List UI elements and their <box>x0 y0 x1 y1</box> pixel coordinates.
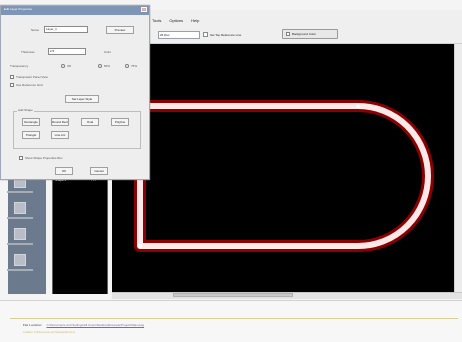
cancel-button[interactable]: Cancel <box>90 167 108 175</box>
checkbox-box[interactable] <box>203 32 208 37</box>
add-shape-title: Add Shape <box>17 108 34 112</box>
round-rect-shape-button[interactable]: Round Rect <box>51 118 69 126</box>
reference-grid-checkbox[interactable]: Use Reference Grid <box>10 83 43 87</box>
background-color-button[interactable]: Background Color <box>282 29 338 39</box>
transparency-75-radio[interactable]: 75% <box>125 64 137 68</box>
checkbox-box[interactable] <box>10 75 14 79</box>
line-arc-shape-button[interactable]: Line Arc <box>51 131 69 139</box>
anchor-point-bottom-left <box>138 244 142 248</box>
transparency-off-label: Off <box>67 64 71 68</box>
show-shape-properties-label: Show Shape Properties Box <box>25 156 63 160</box>
transparency-50-radio[interactable]: 50% <box>98 64 110 68</box>
name-label: Name <box>31 28 40 32</box>
thickness-input[interactable]: 2.5 <box>48 48 86 55</box>
viewer-value-field[interactable]: 26 Dec <box>158 31 200 39</box>
thumbnail-item[interactable] <box>14 202 26 214</box>
application-window: Tools Options Help 26 Dec Set Top Refere… <box>0 0 462 342</box>
status-row: File Location C:\Documents and Settings\… <box>23 323 144 327</box>
top-reference-label: Set Top Reference Line <box>210 32 242 37</box>
checkbox-box[interactable] <box>10 83 14 87</box>
layer-properties-dialog: Edit Layer Properties x Name Layer_1 Pre… <box>0 5 150 180</box>
rectangle-shape-button[interactable]: Rectangle <box>22 118 40 126</box>
transparency-label: Transparency <box>10 64 29 68</box>
thumbnail-item[interactable] <box>14 254 26 266</box>
status-divider <box>10 318 458 319</box>
ok-button[interactable]: OK <box>55 167 73 175</box>
show-shape-properties-checkbox[interactable]: Show Shape Properties Box <box>19 156 63 160</box>
shape-list-panel[interactable] <box>52 170 108 294</box>
radio-dot[interactable] <box>125 64 129 68</box>
anchor-point-top-right <box>356 104 360 108</box>
add-shape-group <box>13 111 141 149</box>
reference-grid-label: Use Reference Grid <box>16 83 43 87</box>
oval-shape-button[interactable]: Oval <box>81 118 99 126</box>
status-subtext: Location: C:\Documents and Settings\All … <box>23 331 75 334</box>
polyline-shape-button[interactable]: Polyline <box>111 118 129 126</box>
menu-item-help[interactable]: Help <box>191 18 199 23</box>
thumbnail-label <box>7 243 33 245</box>
thumbnail-label <box>7 191 33 193</box>
set-layer-style-button[interactable]: Set Layer Style <box>65 95 99 103</box>
menu-item-tools[interactable]: Tools <box>152 18 161 23</box>
color-swatch-icon <box>286 32 290 36</box>
background-color-label: Background Color <box>292 32 317 36</box>
radio-dot[interactable] <box>61 64 65 68</box>
close-icon[interactable]: x <box>141 7 147 12</box>
top-reference-checkbox[interactable]: Set Top Reference Line <box>203 32 241 37</box>
checkbox-box[interactable] <box>19 156 23 160</box>
viewer-menu: Tools Options Help <box>152 18 199 23</box>
transparency-off-radio[interactable]: Off <box>61 64 71 68</box>
thumbnail-label <box>7 217 33 219</box>
bottom-status-area <box>0 300 462 342</box>
radio-dot[interactable] <box>98 64 102 68</box>
transparent-panel-label: Transparent Panel View <box>16 75 48 79</box>
thumbnail-label <box>7 269 33 271</box>
thumbnail-item[interactable] <box>14 228 26 240</box>
vertical-scrollbar[interactable] <box>454 44 462 292</box>
transparent-panel-checkbox[interactable]: Transparent Panel View <box>10 75 48 79</box>
transparency-50-label: 50% <box>104 64 111 68</box>
preview-button[interactable]: Preview <box>106 26 134 34</box>
main-canvas[interactable] <box>112 44 462 292</box>
dialog-title: Edit Layer Properties <box>4 7 33 11</box>
thickness-unit-label: Units <box>104 50 111 54</box>
menu-item-options[interactable]: Options <box>169 18 183 23</box>
rounded-shape-outline <box>134 100 434 252</box>
file-path-link[interactable]: C:\Documents and Settings\All Users\Desk… <box>47 323 145 327</box>
triangle-shape-button[interactable]: Triangle <box>22 131 40 139</box>
transparency-75-label: 75% <box>131 64 138 68</box>
rounded-shape-fill <box>137 103 431 249</box>
name-input[interactable]: Layer_1 <box>44 26 88 33</box>
canvas-shape-layer <box>134 100 434 252</box>
thickness-label: Thickness <box>21 50 35 54</box>
horizontal-scroll-thumb[interactable] <box>173 293 293 297</box>
status-label: File Location <box>23 323 42 327</box>
dialog-titlebar[interactable]: Edit Layer Properties x <box>1 6 149 15</box>
